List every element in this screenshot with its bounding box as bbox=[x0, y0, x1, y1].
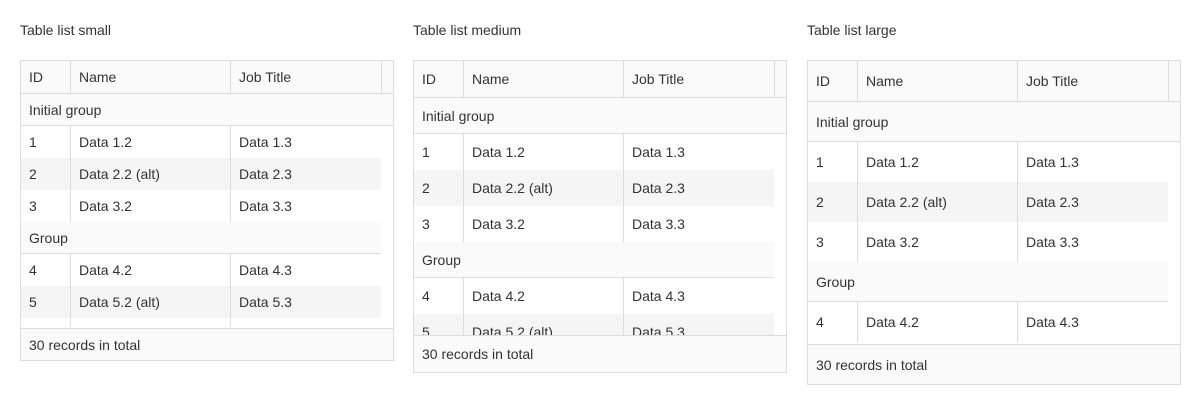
table-row[interactable]: 4 Data 4.2 Data 4.3 bbox=[414, 278, 774, 314]
cell-job-title: Data 4.3 bbox=[239, 262, 292, 278]
cell-name: Data 3.2 bbox=[71, 190, 231, 222]
cell-name: Data 2.2 (alt) bbox=[71, 158, 231, 190]
cell-name: Data 1.2 bbox=[858, 142, 1018, 182]
table-footer: 30 records in total bbox=[21, 328, 393, 360]
group-header-row[interactable]: Group bbox=[808, 262, 1168, 302]
column-header-name[interactable]: Name bbox=[464, 61, 624, 97]
column-header-job-title[interactable]: Job Title bbox=[1018, 61, 1169, 101]
table-row[interactable]: 3 Data 3.2 Data 3.3 bbox=[808, 222, 1168, 262]
cell-job-title: Data 5.3 bbox=[632, 324, 685, 335]
table-row[interactable]: 5 Data 5.2 (alt) Data 5.3 bbox=[21, 286, 381, 318]
cell-job-title: Data 3.3 bbox=[239, 198, 292, 214]
table-row[interactable]: 1 Data 1.2 Data 1.3 bbox=[808, 142, 1168, 182]
table-footer: 30 records in total bbox=[808, 344, 1180, 384]
cell-name: Data 2.2 (alt) bbox=[858, 182, 1018, 222]
scrollbar-gutter bbox=[1169, 61, 1180, 101]
cell-name: Data 4.2 bbox=[464, 278, 624, 314]
cell-id: 1 bbox=[808, 142, 858, 182]
table-list-small: ID Name Job Title Initial group 1 Data 1… bbox=[20, 60, 394, 361]
table-row[interactable]: 3 Data 3.2 Data 3.3 bbox=[21, 190, 381, 222]
column-header-job-title[interactable]: Job Title bbox=[624, 61, 775, 97]
cell-job-title: Data 2.3 bbox=[1026, 194, 1079, 210]
scrollbar-gutter bbox=[775, 61, 786, 97]
table-row[interactable]: 5 Data 5.2 (alt) Data 5.3 bbox=[414, 314, 774, 335]
cell-name bbox=[71, 318, 231, 327]
table-row[interactable]: 2 Data 2.2 (alt) Data 2.3 bbox=[808, 182, 1168, 222]
cell-id: 5 bbox=[21, 286, 71, 318]
cell-job-title: Data 1.3 bbox=[239, 134, 292, 150]
table-row[interactable]: 1 Data 1.2 Data 1.3 bbox=[21, 126, 381, 158]
column-header-name[interactable]: Name bbox=[858, 61, 1018, 101]
cell-job-title: Data 1.3 bbox=[632, 144, 685, 160]
cell-id: 3 bbox=[808, 222, 858, 262]
cell-job-title: Data 1.3 bbox=[1026, 154, 1079, 170]
cell-id: 2 bbox=[414, 170, 464, 206]
cell-job-title: Data 2.3 bbox=[632, 180, 685, 196]
panel-title: Table list large bbox=[807, 22, 897, 38]
table-header: ID Name Job Title bbox=[414, 61, 786, 98]
table-row[interactable]: 4 Data 4.2 Data 4.3 bbox=[21, 254, 381, 286]
cell-id: 4 bbox=[21, 254, 71, 286]
table-row[interactable]: 2 Data 2.2 (alt) Data 2.3 bbox=[414, 170, 774, 206]
table-list-large: ID Name Job Title Initial group 1 Data 1… bbox=[807, 60, 1181, 385]
cell-id: 2 bbox=[21, 158, 71, 190]
cell-name: Data 4.2 bbox=[71, 254, 231, 286]
table-header: ID Name Job Title bbox=[808, 61, 1180, 102]
column-header-id[interactable]: ID bbox=[808, 61, 858, 101]
group-header-row[interactable]: Initial group bbox=[808, 102, 1180, 142]
column-header-id[interactable]: ID bbox=[21, 61, 71, 93]
table-header: ID Name Job Title bbox=[21, 61, 393, 94]
cell-name: Data 3.2 bbox=[464, 206, 624, 242]
cell-job-title: Data 3.3 bbox=[632, 216, 685, 232]
cell-name: Data 1.2 bbox=[464, 134, 624, 170]
cell-name: Data 5.2 (alt) bbox=[464, 314, 624, 335]
cell-job-title: Data 4.3 bbox=[1026, 314, 1079, 330]
panel-title: Table list small bbox=[20, 22, 112, 38]
table-body[interactable]: Initial group 1 Data 1.2 Data 1.3 2 Data… bbox=[21, 94, 393, 327]
table-row[interactable] bbox=[21, 318, 381, 327]
cell-id: 3 bbox=[21, 190, 71, 222]
cell-id: 4 bbox=[414, 278, 464, 314]
cell-job-title: Data 4.3 bbox=[632, 288, 685, 304]
cell-id: 2 bbox=[808, 182, 858, 222]
cell-name: Data 3.2 bbox=[858, 222, 1018, 262]
table-row[interactable]: 4 Data 4.2 Data 4.3 bbox=[808, 302, 1168, 342]
cell-id: 4 bbox=[808, 302, 858, 342]
group-header-row[interactable]: Group bbox=[21, 222, 381, 254]
table-row[interactable]: 2 Data 2.2 (alt) Data 2.3 bbox=[21, 158, 381, 190]
table-row[interactable]: 3 Data 3.2 Data 3.3 bbox=[414, 206, 774, 242]
cell-name: Data 4.2 bbox=[858, 302, 1018, 342]
group-header-row[interactable]: Initial group bbox=[414, 98, 786, 134]
cell-id: 5 bbox=[414, 314, 464, 335]
column-header-id[interactable]: ID bbox=[414, 61, 464, 97]
cell-job-title: Data 3.3 bbox=[1026, 234, 1079, 250]
scrollbar-gutter bbox=[382, 61, 393, 93]
table-list-medium: ID Name Job Title Initial group 1 Data 1… bbox=[413, 60, 787, 373]
table-body[interactable]: Initial group 1 Data 1.2 Data 1.3 2 Data… bbox=[414, 98, 786, 335]
column-header-name[interactable]: Name bbox=[71, 61, 231, 93]
cell-id: 3 bbox=[414, 206, 464, 242]
cell-name: Data 2.2 (alt) bbox=[464, 170, 624, 206]
panel-title: Table list medium bbox=[413, 22, 522, 38]
cell-job-title bbox=[231, 318, 381, 327]
table-row[interactable]: 1 Data 1.2 Data 1.3 bbox=[414, 134, 774, 170]
cell-job-title: Data 5.3 bbox=[239, 294, 292, 310]
cell-id bbox=[21, 318, 71, 327]
cell-job-title: Data 2.3 bbox=[239, 166, 292, 182]
group-header-row[interactable]: Group bbox=[414, 242, 774, 278]
cell-id: 1 bbox=[21, 126, 71, 158]
table-body[interactable]: Initial group 1 Data 1.2 Data 1.3 2 Data… bbox=[808, 102, 1180, 343]
cell-name: Data 1.2 bbox=[71, 126, 231, 158]
cell-id: 1 bbox=[414, 134, 464, 170]
column-header-job-title[interactable]: Job Title bbox=[231, 61, 382, 93]
table-footer: 30 records in total bbox=[414, 335, 786, 372]
group-header-row[interactable]: Initial group bbox=[21, 94, 393, 126]
cell-name: Data 5.2 (alt) bbox=[71, 286, 231, 318]
